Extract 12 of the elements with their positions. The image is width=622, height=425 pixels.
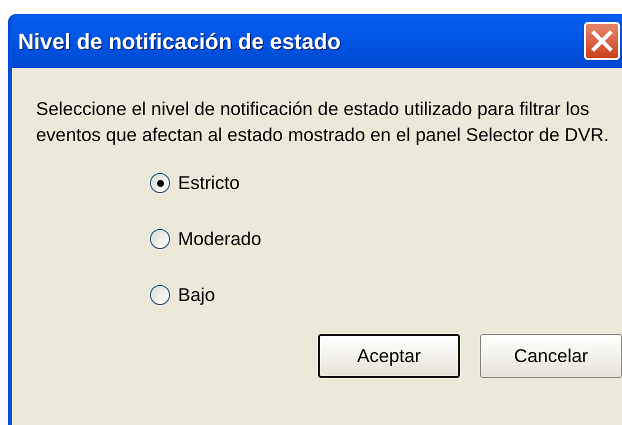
close-button[interactable] [584, 22, 620, 60]
radio-button[interactable] [150, 229, 170, 249]
radio-button[interactable] [150, 285, 170, 305]
close-icon [591, 30, 613, 52]
description-text: Seleccione el nivel de notificación de estado utilizado para filtrar los eventos que afectan al estado mostrado en el panel Selector de DVR. [36, 97, 610, 147]
dialog-button[interactable]: Aceptar [318, 334, 460, 378]
radio-label: Moderado [178, 227, 262, 252]
radio-label: Bajo [178, 283, 216, 308]
radio-button[interactable] [150, 173, 170, 193]
radio-label: Estricto [178, 171, 240, 196]
window-title: Nivel de notificación de estado [18, 28, 342, 56]
dialog-button[interactable]: Cancelar [480, 334, 622, 378]
